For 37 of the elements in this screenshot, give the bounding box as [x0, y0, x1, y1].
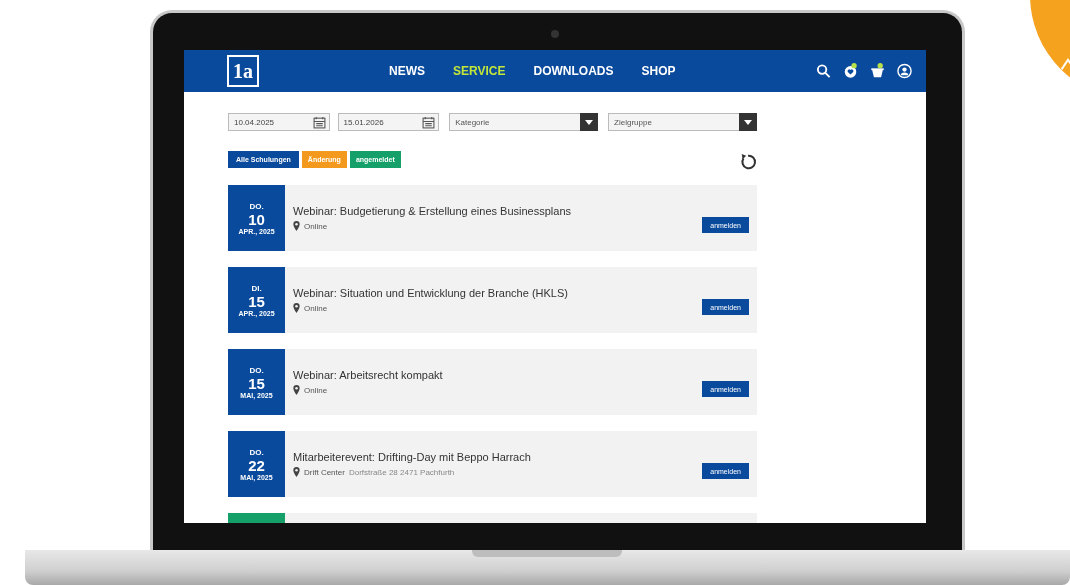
event-title: Webinar: Budgetierung & Erstellung eines Businessplans: [293, 205, 573, 217]
camera-dot: [551, 30, 559, 38]
nav-link[interactable]: NEWS: [389, 64, 425, 78]
calendar-icon: [312, 115, 326, 129]
nav-link[interactable]: SERVICE: [453, 64, 506, 78]
calendar-icon: [422, 115, 436, 129]
event-title: Webinar: Arbeitsrecht kompakt: [293, 369, 444, 381]
day-number: 10: [248, 210, 265, 228]
nav-link[interactable]: SHOP: [641, 64, 676, 78]
location-pin-icon: [293, 467, 300, 477]
logo[interactable]: 1a: [227, 55, 259, 87]
location-pin-icon: [293, 385, 300, 395]
weekday: DO.: [249, 447, 264, 457]
cart-icon[interactable]: [870, 63, 885, 79]
nav-link[interactable]: DOWNLOADS: [533, 64, 614, 78]
address: Dorfstraße 28 2471 Pachfurth: [348, 467, 455, 477]
date-field[interactable]: 15.01.2026: [337, 113, 440, 131]
venue: Drift Center: [304, 467, 345, 477]
weekday: DI.: [251, 283, 262, 293]
day-number: 22: [248, 456, 265, 474]
weekday: DO.: [249, 201, 264, 211]
venue: Online: [304, 385, 328, 395]
venue: Online: [304, 221, 328, 231]
date-field[interactable]: 10.04.2025: [228, 113, 330, 131]
day-number: 15: [248, 292, 265, 310]
location-pin-icon: [293, 303, 300, 313]
user-icon[interactable]: [897, 63, 912, 79]
event-title: Webinar: Situation und Entwicklung der Branche (HKLS): [293, 287, 569, 299]
category-dropdown[interactable]: Kategorie: [449, 113, 599, 131]
search-icon[interactable]: [816, 63, 831, 79]
audience-dropdown[interactable]: Zielgruppe: [608, 113, 757, 131]
day-number: 15: [248, 374, 265, 392]
reset-icon[interactable]: [739, 153, 757, 171]
venue: Online: [304, 303, 328, 313]
event-title: Mitarbeiterevent: Drifting-Day mit Beppo Harrach: [293, 451, 532, 463]
location-pin-icon: [293, 221, 300, 231]
weekday: DO.: [249, 365, 264, 375]
